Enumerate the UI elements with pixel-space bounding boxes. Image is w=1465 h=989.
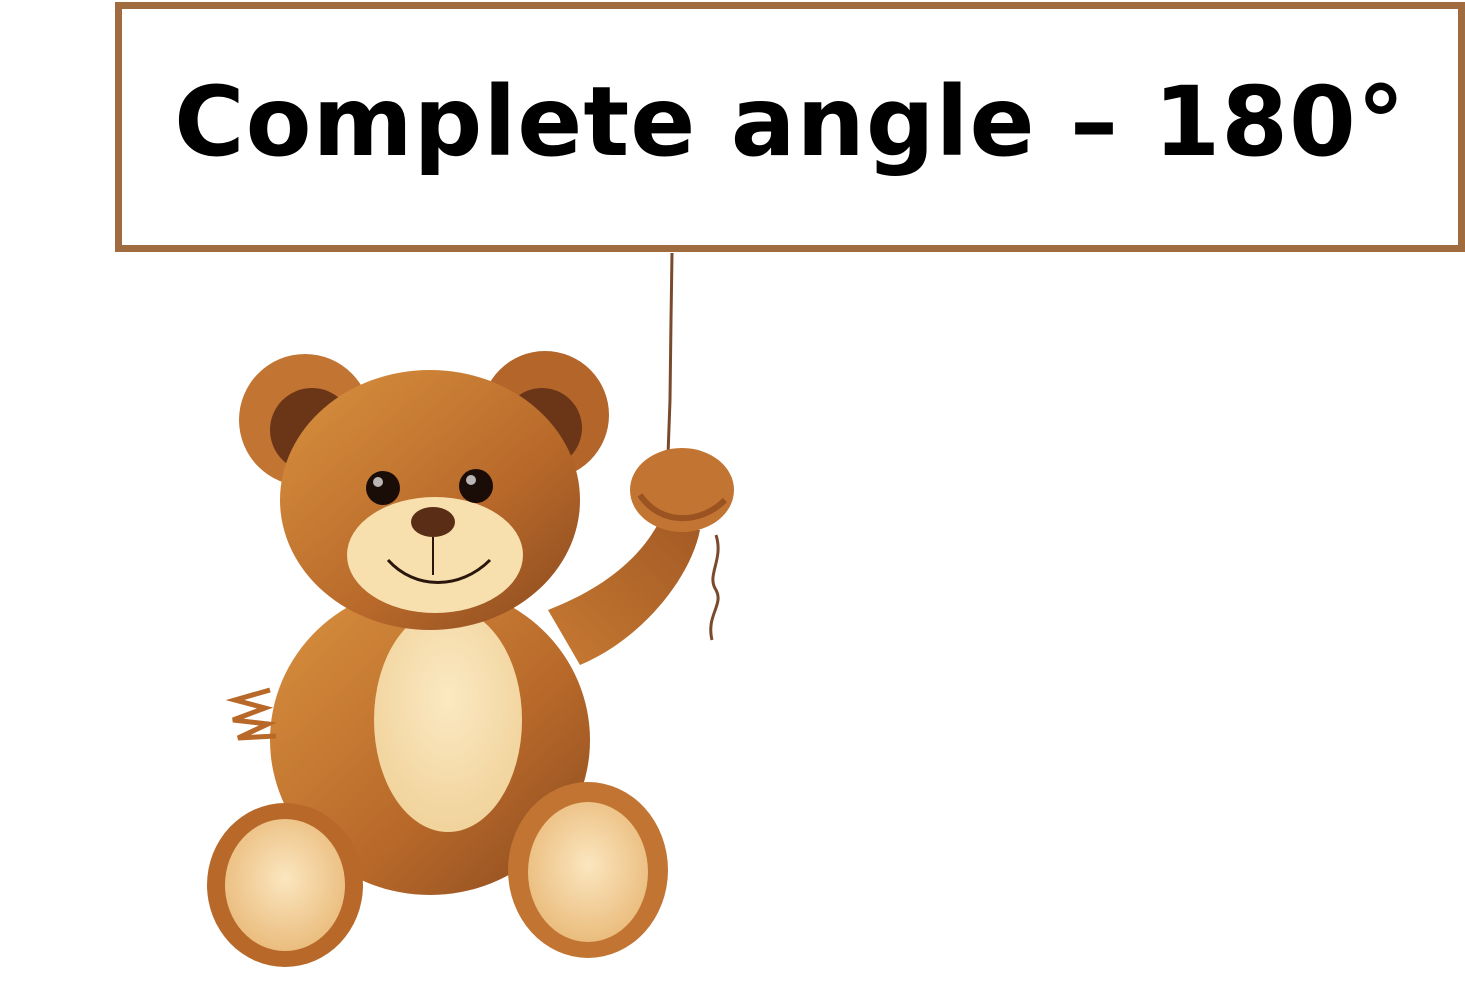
belly [374,608,522,832]
right-foot-pad [528,802,648,942]
right-eye [459,469,493,503]
nose [411,507,455,537]
string-end [709,534,720,641]
left-eye-shine [373,477,383,487]
left-eye [366,471,400,505]
right-eye-shine [466,475,476,485]
fur-tuft [225,687,278,741]
left-foot-pad [225,819,345,951]
teddy-bear-illustration [207,252,734,967]
string [666,252,674,456]
